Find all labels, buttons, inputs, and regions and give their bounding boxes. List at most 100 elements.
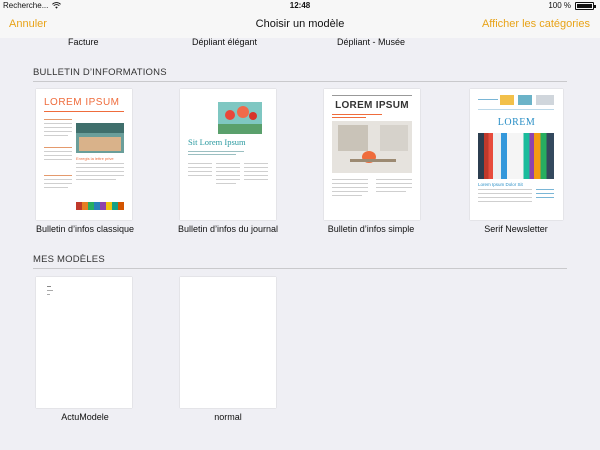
thumbnail-text-line: [332, 117, 366, 118]
thumbnail-text-line: [76, 171, 124, 172]
thumbnail-text-line: [44, 183, 72, 184]
thumbnail-title: LOREM IPSUM: [335, 100, 409, 111]
thumbnail-text-line: [44, 187, 68, 188]
thumbnail-text-line: [47, 290, 53, 291]
section-header-my-templates: MES MODÈLES: [33, 254, 105, 265]
thumbnail-rule: [44, 111, 124, 112]
thumbnail-text-line: [44, 131, 72, 132]
thumbnail-text-line: [244, 167, 268, 168]
clock: 12:48: [289, 1, 311, 10]
thumbnail-text-line: [188, 163, 212, 164]
thumbnail-text-line: [216, 163, 240, 164]
thumbnail-subtitle: Lorem Ipsum Dolor Sit: [478, 182, 523, 187]
template-label-depliant-elegant[interactable]: Dépliant élégant: [192, 37, 257, 47]
thumbnail-text-line: [188, 175, 212, 176]
section-divider: [33, 268, 567, 269]
template-label-facture[interactable]: Facture: [68, 37, 99, 47]
thumbnail-text-line: [536, 189, 554, 190]
thumbnail-text-line: [188, 154, 236, 155]
thumbnail-text-line: [376, 187, 412, 188]
thumbnail-text-line: [244, 171, 268, 172]
previous-row-labels: Facture Dépliant élégant Dépliant - Musé…: [0, 37, 600, 49]
thumbnail-text-line: [244, 175, 268, 176]
thumbnail-text-line: [332, 195, 362, 196]
thumbnail-text-line: [76, 179, 116, 180]
template-label-depliant-musee[interactable]: Dépliant - Musée: [337, 37, 405, 47]
thumbnail-text-line: [188, 171, 212, 172]
thumbnail-text-line: [332, 183, 368, 184]
thumbnail-text-line: [536, 193, 554, 194]
thumbnail-text-line: [216, 179, 240, 180]
thumbnail-photo-interior: [332, 121, 412, 173]
thumbnail-text-line: [478, 193, 532, 194]
thumbnail-text-line: [44, 151, 72, 152]
thumbnail-text-line: [332, 187, 368, 188]
thumbnail-photo-flowers: [218, 102, 262, 134]
template-label-classic[interactable]: Bulletin d’infos classique: [13, 224, 157, 234]
template-thumbnail-actumodele[interactable]: [36, 277, 132, 408]
thumbnail-text-line: [478, 99, 498, 100]
thumbnail-rule: [332, 95, 412, 96]
thumbnail-text-line: [44, 123, 72, 124]
thumbnail-text-line: [478, 197, 532, 198]
thumbnail-text-line: [47, 294, 50, 295]
thumbnail-text-line: [536, 197, 554, 198]
thumbnail-text-line: [216, 171, 240, 172]
thumbnail-text-line: [376, 191, 406, 192]
thumbnail-text-line: [376, 183, 412, 184]
thumbnail-text-line: [44, 159, 72, 160]
template-label-serif[interactable]: Serif Newsletter: [444, 224, 588, 234]
thumbnail-text-line: [76, 175, 124, 176]
thumbnail-text-line: [44, 119, 72, 120]
thumbnail-text-line: [216, 175, 240, 176]
template-thumbnail-classic[interactable]: LOREM IPSUM Enregis la lettre prive: [36, 89, 132, 220]
thumbnail-text-line: [188, 151, 244, 152]
template-label-actumodele[interactable]: ActuModele: [13, 412, 157, 422]
thumbnail-text-line: [44, 135, 68, 136]
thumbnail-rule: [478, 109, 554, 110]
thumbnail-photo-library: [478, 133, 554, 179]
thumbnail-text-line: [332, 191, 368, 192]
thumbnail-text-line: [478, 201, 532, 202]
thumbnail-text-line: [216, 183, 236, 184]
thumbnail-text-line: [76, 167, 124, 168]
thumbnail-text-line: [44, 179, 72, 180]
thumbnail-text-line: [44, 147, 72, 148]
thumbnail-text-line: [332, 179, 368, 180]
thumbnail-text-line: [216, 167, 240, 168]
template-label-journal[interactable]: Bulletin d’infos du journal: [156, 224, 300, 234]
section-header-newsletter: BULLETIN D’INFORMATIONS: [33, 67, 167, 78]
template-thumbnail-serif[interactable]: LOREM Lorem Ipsum Dolor Sit: [470, 89, 563, 220]
template-label-simple[interactable]: Bulletin d’infos simple: [299, 224, 443, 234]
thumbnail-photo-classroom: [76, 123, 124, 153]
show-categories-button[interactable]: Afficher les catégories: [482, 18, 590, 30]
thumbnail-text-line: [332, 114, 382, 115]
thumbnail-text-line: [244, 179, 268, 180]
thumbnail-headline: Enregis la lettre prive: [76, 156, 114, 161]
template-thumbnail-normal[interactable]: [180, 277, 276, 408]
thumbnail-text-line: [478, 189, 532, 190]
thumbnail-title: Sit Lorem Ipsum: [188, 137, 246, 147]
thumbnail-title: LOREM IPSUM: [44, 97, 120, 108]
thumbnail-text-line: [244, 163, 268, 164]
navigation-bar: Annuler Choisir un modèle Afficher les c…: [0, 12, 600, 38]
template-label-normal[interactable]: normal: [156, 412, 300, 422]
thumbnail-photo-small: [500, 95, 514, 105]
thumbnail-title: LOREM: [497, 117, 536, 128]
thumbnail-photo-books: [76, 202, 124, 210]
thumbnail-text-line: [44, 155, 72, 156]
thumbnail-text-line: [376, 179, 412, 180]
thumbnail-text-line: [76, 163, 124, 164]
section-divider: [33, 81, 567, 82]
status-bar: Recherche... 12:48 100 %: [0, 0, 600, 12]
thumbnail-photo-small: [536, 95, 554, 105]
thumbnail-photo-small: [518, 95, 532, 105]
thumbnail-text-line: [44, 175, 72, 176]
battery-icon: [575, 2, 596, 10]
thumbnail-text-line: [188, 167, 212, 168]
template-thumbnail-journal[interactable]: Sit Lorem Ipsum: [180, 89, 276, 220]
battery-percent: 100 %: [548, 1, 571, 10]
template-thumbnail-simple[interactable]: LOREM IPSUM: [324, 89, 420, 220]
thumbnail-text-line: [44, 127, 72, 128]
thumbnail-text-line: [47, 286, 51, 287]
